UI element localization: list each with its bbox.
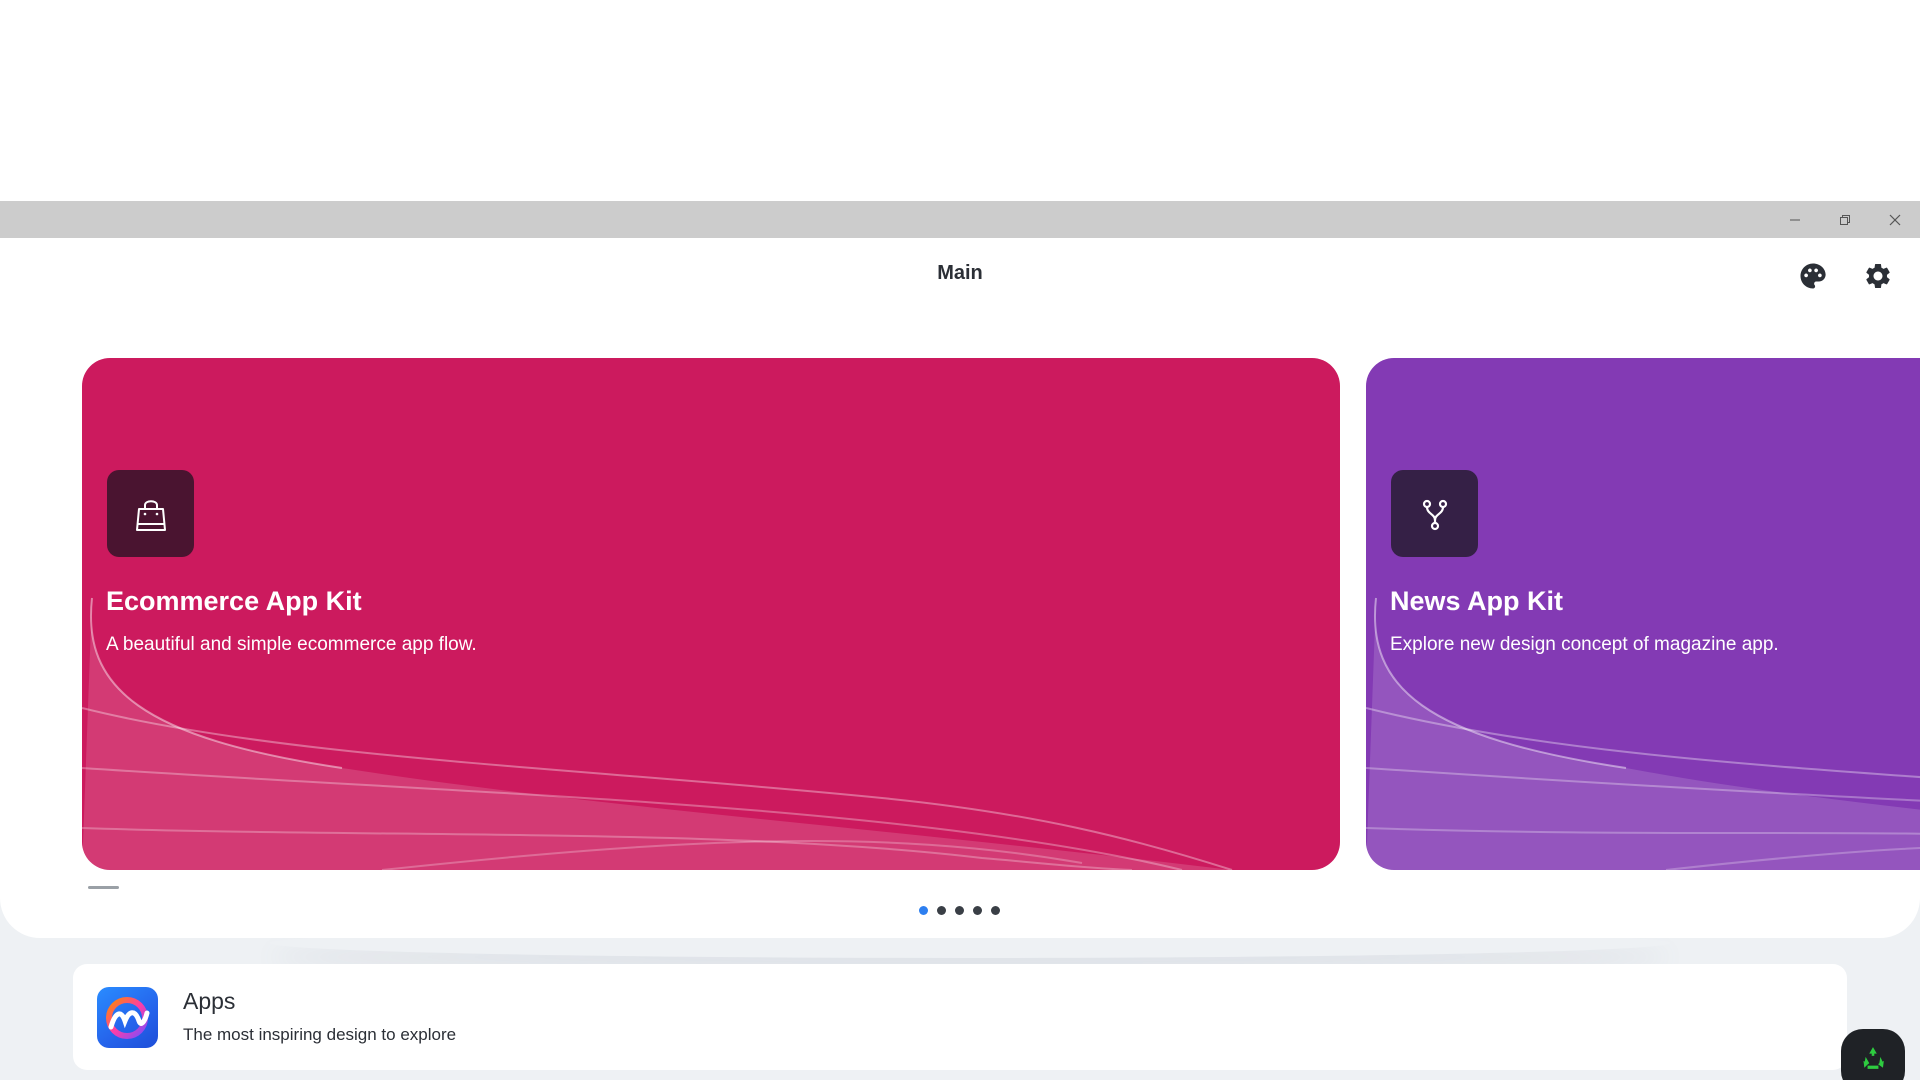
page-title: Main [937,262,983,284]
main-panel: Main Ecommerce App Kit A beautiful and s… [0,238,1920,938]
carousel-pagination [919,906,1000,916]
app-window: Main Ecommerce App Kit A beautiful and s… [0,238,1920,1080]
close-icon [1889,214,1901,225]
recycle-icon [1863,1047,1884,1069]
page: Main Ecommerce App Kit A beautiful and s… [0,0,1920,1080]
restore-icon [1840,214,1850,225]
card-subtitle: A beautiful and simple ecommerce app flo… [106,634,477,655]
pagination-dot-4[interactable] [973,906,982,915]
settings-button[interactable] [1862,260,1894,292]
settings-icon [1866,264,1890,288]
apps-logo-graphic [106,997,150,1039]
scroll-handle[interactable] [88,886,119,889]
palette-icon [1800,263,1826,289]
apps-section[interactable]: Apps The most inspiring design to explor… [73,964,1847,1070]
minimize-button[interactable] [1770,201,1820,238]
theme-button[interactable] [1797,260,1829,292]
pagination-dot-2[interactable] [937,906,946,915]
pagination-dot-3[interactable] [955,906,964,915]
card-title: News App Kit [1390,586,1564,616]
close-button[interactable] [1870,201,1920,238]
card-subtitle: Explore new design concept of magazine a… [1390,634,1779,655]
card-icon-box [107,470,194,557]
card-title: Ecommerce App Kit [106,586,362,616]
apps-logo-icon [97,987,158,1048]
window-titlebar[interactable] [0,201,1920,238]
apps-title: Apps [183,988,236,1014]
carousel-card-news[interactable]: News App Kit Explore new design concept … [1366,358,1920,870]
fork-icon [1422,499,1447,530]
floating-action-button[interactable] [1841,1029,1905,1080]
apps-subtitle: The most inspiring design to explore [183,1025,457,1044]
shopping-bag-icon [135,499,166,531]
minimize-icon [1790,219,1800,220]
carousel-card-ecommerce[interactable]: Ecommerce App Kit A beautiful and simple… [82,358,1340,870]
pagination-dot-5[interactable] [991,906,1000,915]
restore-button[interactable] [1820,201,1870,238]
card-icon-box [1391,470,1478,557]
pagination-dot-1[interactable] [919,906,928,915]
